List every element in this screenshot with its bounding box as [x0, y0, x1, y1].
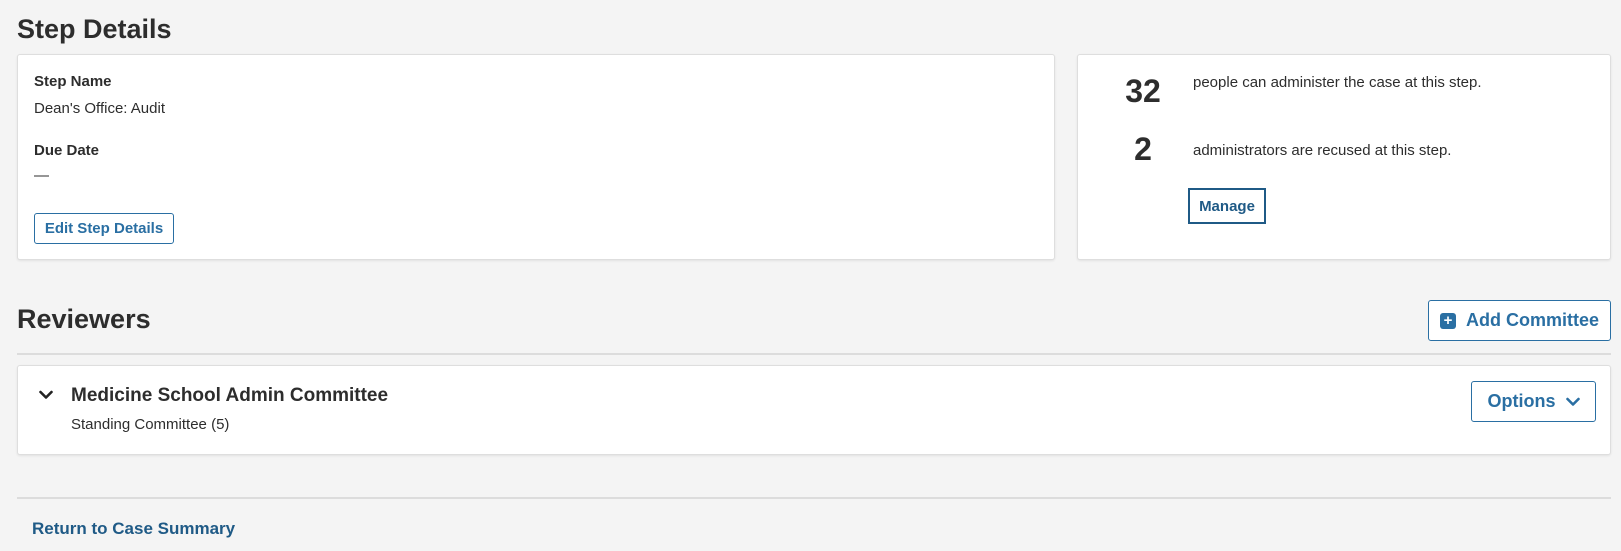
options-label: Options [1487, 391, 1556, 411]
step-name-value: Dean's Office: Audit [34, 100, 165, 117]
step-details-heading: Step Details [17, 14, 172, 44]
due-date-label: Due Date [34, 142, 100, 159]
committee-card: Medicine School Admin Committee Standing… [17, 365, 1611, 455]
plus-square-icon: + [1439, 312, 1456, 329]
add-committee-button[interactable]: + Add Committee [1428, 300, 1611, 341]
options-button[interactable]: Options [1471, 381, 1596, 422]
step-details-card: Step Name Dean's Office: Audit Due Date … [17, 54, 1055, 260]
administer-count: 32 [1125, 73, 1161, 109]
administrators-card: 32 people can administer the case at thi… [1077, 54, 1611, 260]
due-date-value: — [34, 167, 49, 184]
reviewers-divider [17, 353, 1611, 355]
step-name-label: Step Name [34, 73, 112, 90]
edit-step-details-button[interactable]: Edit Step Details [34, 213, 174, 244]
chevron-down-icon [1565, 397, 1580, 406]
add-committee-label: Add Committee [1465, 310, 1599, 330]
reviewers-heading: Reviewers [17, 304, 151, 334]
administer-text: people can administer the case at this s… [1193, 74, 1482, 91]
committee-subtitle: Standing Committee (5) [71, 416, 230, 433]
recused-text: administrators are recused at this step. [1193, 142, 1452, 159]
manage-button[interactable]: Manage [1188, 188, 1266, 224]
return-to-case-summary-link[interactable]: Return to Case Summary [32, 519, 235, 539]
footer-divider [17, 497, 1611, 499]
recused-count: 2 [1134, 131, 1152, 167]
committee-title: Medicine School Admin Committee [71, 385, 389, 406]
chevron-down-icon[interactable] [39, 388, 53, 402]
